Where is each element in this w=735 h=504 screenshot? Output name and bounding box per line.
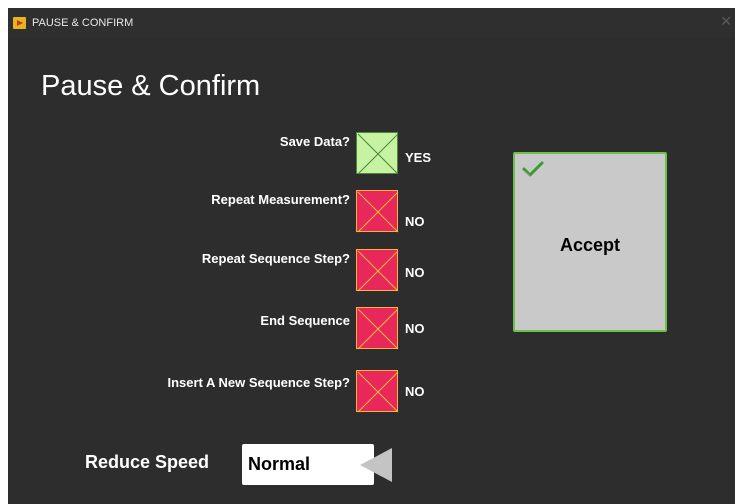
triangle-left-icon[interactable] (358, 445, 394, 485)
insert-new-step-state: NO (405, 384, 425, 399)
end-sequence-state: NO (405, 321, 425, 336)
window-title: PAUSE & CONFIRM (32, 17, 134, 29)
repeat-measurement-checkbox[interactable] (356, 190, 399, 233)
accept-label: Accept (559, 235, 621, 255)
save-data-label: Save Data? (279, 134, 350, 149)
speed-select[interactable]: Normal (242, 444, 374, 485)
app-icon (13, 17, 26, 29)
repeat-measurement-state: NO (405, 214, 425, 229)
close-icon[interactable]: ✕ (720, 14, 732, 30)
checkmark-icon (522, 161, 544, 177)
cross-mark-icon (357, 308, 399, 350)
repeat-sequence-step-state: NO (405, 265, 425, 280)
end-sequence-checkbox[interactable] (356, 307, 399, 350)
insert-new-step-label: Insert A New Sequence Step? (167, 375, 350, 390)
accept-button[interactable]: Accept (513, 152, 667, 332)
cross-mark-icon (357, 191, 399, 233)
end-sequence-label: End Sequence (260, 313, 350, 328)
reduce-speed-label: Reduce Speed (85, 452, 210, 472)
title-bar: PAUSE & CONFIRM ✕ (8, 8, 735, 38)
repeat-measurement-label: Repeat Measurement? (211, 192, 350, 207)
repeat-sequence-step-label: Repeat Sequence Step? (201, 251, 350, 266)
page-title: Pause & Confirm (41, 70, 261, 102)
cross-mark-icon (357, 133, 399, 175)
pause-confirm-window: PAUSE & CONFIRM ✕ Pause & Confirm Save D… (8, 8, 735, 504)
repeat-sequence-step-checkbox[interactable] (356, 249, 399, 292)
cross-mark-icon (357, 371, 399, 413)
save-data-checkbox[interactable] (356, 132, 399, 175)
insert-new-step-checkbox[interactable] (356, 370, 399, 413)
cross-mark-icon (357, 250, 399, 292)
speed-value: Normal (248, 454, 311, 474)
save-data-state: YES (405, 150, 432, 165)
